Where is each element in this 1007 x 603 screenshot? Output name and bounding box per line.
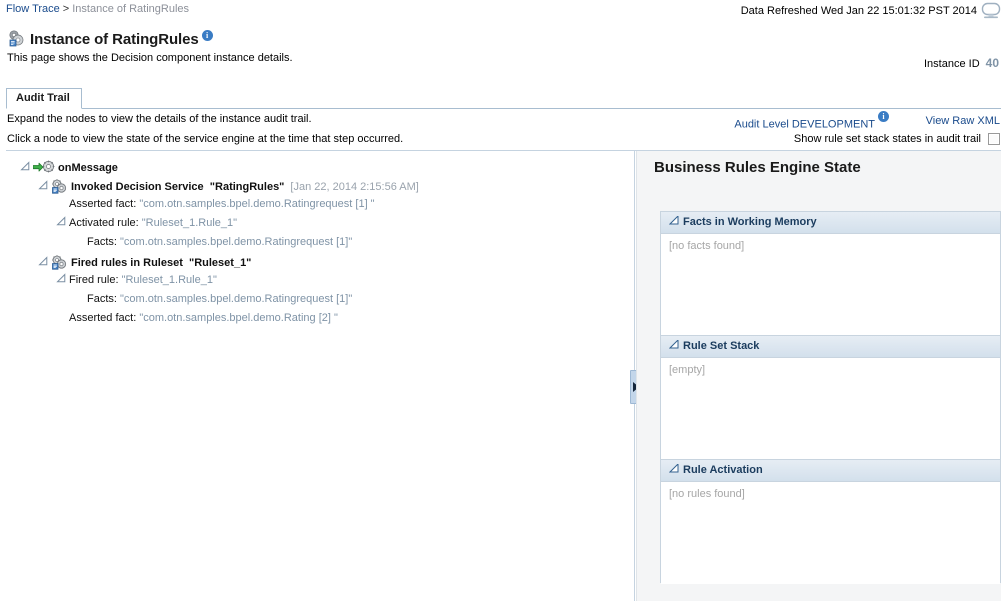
audit-tree-node[interactable]: Asserted fact: "com.otn.samples.bpel.dem… <box>6 309 634 328</box>
breadcrumb: Flow Trace > Instance of RatingRules <box>6 3 189 15</box>
breadcrumb-current: Instance of RatingRules <box>72 3 190 15</box>
tree-node-value: "Ruleset_1" <box>189 257 252 269</box>
show-rule-set-stack-row: Show rule set stack states in audit trai… <box>794 133 1000 145</box>
page-title-row: Instance of RatingRules i <box>7 29 213 50</box>
audit-tree-node[interactable]: Fired rules in Ruleset "Ruleset_1" <box>6 252 634 271</box>
audit-level-info-icon[interactable]: i <box>878 111 889 122</box>
breadcrumb-separator: > <box>62 3 70 15</box>
panel-header-rule-activation[interactable]: Rule Activation <box>661 460 1000 482</box>
instance-id-label: Instance ID <box>924 58 980 70</box>
tree-node-label: Facts: <box>87 293 117 305</box>
audit-level-label: Audit Level <box>734 118 789 131</box>
chevron-down-icon <box>668 337 679 349</box>
info-icon[interactable]: i <box>201 30 213 41</box>
tab-audit-trail[interactable]: Audit Trail <box>6 88 82 109</box>
decision-service-icon <box>51 255 69 270</box>
instance-id-value: 40 <box>985 56 999 70</box>
tree-expand-toggle-icon[interactable] <box>20 161 31 172</box>
tree-node-label: Facts: <box>87 236 117 248</box>
data-refreshed-text: Data Refreshed Wed Jan 22 15:01:32 PST 2… <box>740 5 977 17</box>
tree-node-value: "com.otn.samples.bpel.demo.Ratingrequest… <box>116 293 353 305</box>
panel-body-rule-set-stack: [empty] <box>661 358 1000 460</box>
chevron-down-icon <box>668 213 679 225</box>
tree-node-value: "Ruleset_1.Rule_1" <box>118 274 217 286</box>
audit-tree-node[interactable]: Invoked Decision Service "RatingRules" [J… <box>6 176 634 195</box>
chevron-down-icon <box>668 461 679 473</box>
audit-tree-node[interactable]: Facts: "com.otn.samples.bpel.demo.Rating… <box>6 233 634 252</box>
instruction-line-2: Click a node to view the state of the se… <box>7 133 404 145</box>
tree-node-value: "com.otn.samples.bpel.demo.Rating [2] " <box>136 312 338 324</box>
tree-expand-toggle-icon[interactable] <box>38 256 49 267</box>
panel-title-facts: Facts in Working Memory <box>683 216 817 228</box>
business-rules-engine-state-pane: Business Rules Engine State Facts in Wor… <box>636 151 1001 601</box>
decision-service-icon <box>7 29 26 50</box>
show-rule-set-stack-label: Show rule set stack states in audit trai… <box>793 133 981 145</box>
breadcrumb-link-flow-trace[interactable]: Flow Trace <box>6 3 60 15</box>
panel-header-facts[interactable]: Facts in Working Memory <box>661 212 1000 234</box>
audit-level-value-link[interactable]: DEVELOPMENT <box>792 119 875 131</box>
audit-tree-node[interactable]: Facts: "com.otn.samples.bpel.demo.Rating… <box>6 290 634 309</box>
audit-tree-node[interactable]: Asserted fact: "com.otn.samples.bpel.dem… <box>6 195 634 214</box>
view-raw-xml-link[interactable]: View Raw XML <box>926 115 1000 127</box>
page-title: Instance of RatingRules <box>30 31 199 48</box>
bres-title: Business Rules Engine State <box>654 159 861 176</box>
panel-facts-in-working-memory: Facts in Working Memory [no facts found] <box>660 211 1001 336</box>
tree-node-label: Fired rules in Ruleset <box>71 257 183 269</box>
audit-level: Audit Level DEVELOPMENTi <box>734 111 889 131</box>
audit-trail-pane: onMessage Invoked Decision Service "Ratin… <box>6 151 635 601</box>
panel-rule-activation: Rule Activation [no rules found] <box>660 459 1001 584</box>
tree-node-label: onMessage <box>58 162 118 174</box>
page-root: Flow Trace > Instance of RatingRules Data … <box>0 0 1007 603</box>
audit-tree-node[interactable]: Activated rule: "Ruleset_1.Rule_1" <box>6 214 634 233</box>
audit-trail-tree: onMessage Invoked Decision Service "Ratin… <box>6 157 634 328</box>
tab-strip: Audit Trail <box>6 88 1001 109</box>
instance-id: Instance ID 40 <box>924 56 999 70</box>
panel-title-rule-activation: Rule Activation <box>683 464 763 476</box>
panel-body-facts: [no facts found] <box>661 234 1000 336</box>
tree-node-label: Invoked Decision Service <box>71 181 204 193</box>
tree-node-value: "Ruleset_1.Rule_1" <box>138 217 238 229</box>
tree-expand-toggle-icon[interactable] <box>56 273 67 284</box>
tree-node-value: "com.otn.samples.bpel.demo.Ratingrequest… <box>116 236 353 248</box>
tree-expand-toggle-icon[interactable] <box>56 216 67 227</box>
panel-rule-set-stack: Rule Set Stack [empty] <box>660 335 1001 460</box>
tree-node-label: Activated rule: <box>69 217 139 229</box>
tree-node-label: Fired rule: <box>69 274 119 286</box>
audit-tree-node[interactable]: onMessage <box>6 157 634 176</box>
page-subtitle: This page shows the Decision component i… <box>7 52 293 64</box>
onmessage-icon <box>33 160 56 174</box>
panel-title-rule-set-stack: Rule Set Stack <box>683 340 760 352</box>
monitor-icon[interactable] <box>981 2 1001 19</box>
decision-service-icon <box>51 179 69 194</box>
tree-node-label: Asserted fact: <box>69 198 137 210</box>
tree-expand-toggle-icon[interactable] <box>38 180 49 191</box>
show-rule-set-stack-checkbox[interactable] <box>988 133 1000 145</box>
main-split-area: onMessage Invoked Decision Service "Ratin… <box>6 151 1001 601</box>
tree-node-value: "com.otn.samples.bpel.demo.Ratingrequest… <box>136 198 375 210</box>
panel-header-rule-set-stack[interactable]: Rule Set Stack <box>661 336 1000 358</box>
tree-node-timestamp: [Jan 22, 2014 2:15:56 AM] <box>290 181 419 193</box>
panel-body-rule-activation: [no rules found] <box>661 482 1000 584</box>
tree-node-label: Asserted fact: <box>69 312 137 324</box>
instruction-line-1: Expand the nodes to view the details of … <box>7 113 312 125</box>
audit-tree-node[interactable]: Fired rule: "Ruleset_1.Rule_1" <box>6 271 634 290</box>
tree-node-value: "RatingRules" <box>209 181 285 193</box>
